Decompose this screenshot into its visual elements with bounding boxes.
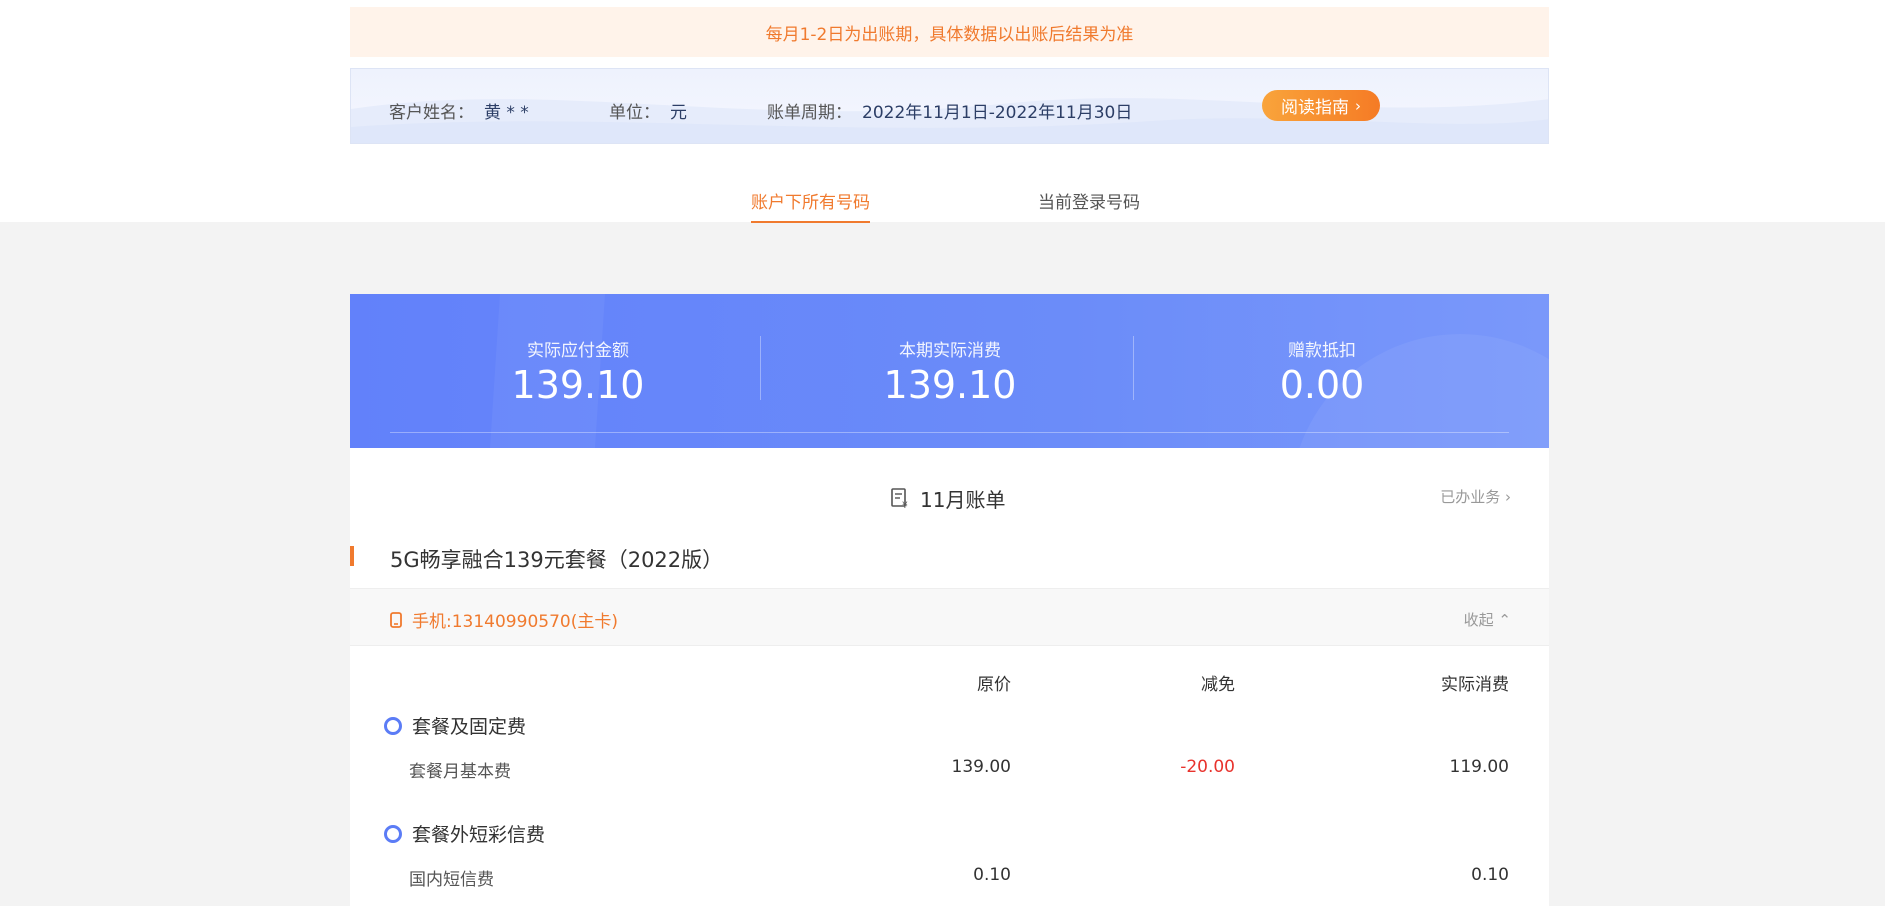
tab-all-numbers[interactable]: 账户下所有号码 bbox=[751, 188, 870, 223]
bill-title-text: 11月账单 bbox=[920, 488, 1006, 512]
section-package-fixed-fees: 套餐及固定费 bbox=[384, 712, 526, 739]
fee-item-label: 国内短信费 bbox=[409, 870, 494, 890]
chevron-right-icon: › bbox=[1355, 96, 1361, 115]
number-scope-tabs: 账户下所有号码 当前登录号码 bbox=[350, 183, 1549, 223]
bill-info-bar: 客户姓名： 黄 * * 单位： 元 账单周期： 2022年11月1日-2022年11月… bbox=[350, 68, 1549, 144]
fee-discount: -20.00 bbox=[1180, 757, 1235, 777]
consumption-amount: 139.10 bbox=[883, 363, 1017, 407]
summary-bottom-line bbox=[390, 432, 1509, 433]
summary-gift-deduction: 赠款抵扣 0.00 bbox=[1212, 336, 1432, 407]
handled-services-link[interactable]: 已办业务 › bbox=[1440, 486, 1511, 507]
phone-line-header: 手机:13140990570(主卡) 收起 ⌃ bbox=[350, 588, 1549, 646]
fee-item-label: 套餐月基本费 bbox=[409, 762, 511, 782]
mobile-phone-icon bbox=[390, 611, 402, 628]
customer-name-label: 客户姓名： bbox=[389, 103, 474, 123]
summary-divider bbox=[760, 336, 761, 400]
plan-name: 5G畅享融合139元套餐（2022版） bbox=[390, 548, 724, 572]
fee-original-price: 0.10 bbox=[973, 865, 1011, 885]
summary-divider bbox=[1133, 336, 1134, 400]
gift-deduction-amount: 0.00 bbox=[1279, 363, 1365, 407]
section-title: 套餐外短彩信费 bbox=[412, 824, 546, 846]
summary-payable: 实际应付金额 139.10 bbox=[468, 336, 688, 407]
column-actual-consumption: 实际消费 bbox=[1441, 675, 1509, 695]
consumption-label: 本期实际消费 bbox=[899, 341, 1001, 361]
period-value: 2022年11月1日-2022年11月30日 bbox=[862, 103, 1133, 123]
section-bullet-icon bbox=[384, 824, 402, 843]
phone-number-text: 手机:13140990570(主卡) bbox=[412, 612, 618, 632]
reading-guide-label: 阅读指南 bbox=[1281, 98, 1349, 118]
summary-consumption: 本期实际消费 139.10 bbox=[840, 336, 1060, 407]
section-bullet-icon bbox=[384, 716, 402, 735]
tab-current-number[interactable]: 当前登录号码 bbox=[1038, 188, 1140, 221]
customer-name-value: 黄 * * bbox=[484, 103, 529, 123]
handled-services-label: 已办业务 bbox=[1440, 488, 1501, 506]
fee-actual: 119.00 bbox=[1449, 757, 1509, 777]
notice-text: 每月1-2日为出账期，具体数据以出账后结果为准 bbox=[765, 24, 1134, 45]
section-title: 套餐及固定费 bbox=[412, 716, 527, 738]
bill-document-icon: ¥ bbox=[891, 487, 908, 510]
chevron-up-icon: ⌃ bbox=[1498, 611, 1511, 629]
bill-month-title: ¥ 11月账单 bbox=[890, 484, 1005, 513]
billing-notice-banner: 每月1-2日为出账期，具体数据以出账后结果为准 bbox=[350, 7, 1549, 57]
collapse-label: 收起 bbox=[1463, 611, 1494, 629]
bill-details: ¥ 11月账单 已办业务 › 5G畅享融合139元套餐（2022版） 手机:13… bbox=[350, 448, 1549, 906]
unit-label: 单位： bbox=[609, 103, 660, 123]
period-label: 账单周期： bbox=[767, 103, 852, 123]
plan-accent-bar bbox=[350, 546, 354, 566]
bill-summary-card: 实际应付金额 139.10 本期实际消费 139.10 赠款抵扣 0.00 bbox=[350, 294, 1549, 448]
phone-number: 手机:13140990570(主卡) bbox=[390, 607, 618, 632]
fee-actual: 0.10 bbox=[1471, 865, 1509, 885]
column-discount: 减免 bbox=[1201, 675, 1235, 695]
currency-unit: 单位： 元 bbox=[609, 98, 687, 123]
collapse-button[interactable]: 收起 ⌃ bbox=[1464, 609, 1511, 630]
svg-text:¥: ¥ bbox=[902, 501, 908, 510]
customer-name: 客户姓名： 黄 * * bbox=[389, 98, 529, 123]
payable-label: 实际应付金额 bbox=[527, 341, 629, 361]
unit-value: 元 bbox=[670, 103, 687, 123]
section-sms-mms-fees: 套餐外短彩信费 bbox=[384, 820, 545, 847]
reading-guide-button[interactable]: 阅读指南 › bbox=[1262, 90, 1380, 121]
column-original-price: 原价 bbox=[977, 675, 1011, 695]
chevron-right-icon: › bbox=[1505, 488, 1511, 506]
gift-deduction-label: 赠款抵扣 bbox=[1288, 341, 1356, 361]
billing-period: 账单周期： 2022年11月1日-2022年11月30日 bbox=[767, 98, 1132, 123]
fee-original-price: 139.00 bbox=[951, 757, 1011, 777]
payable-amount: 139.10 bbox=[511, 363, 645, 407]
